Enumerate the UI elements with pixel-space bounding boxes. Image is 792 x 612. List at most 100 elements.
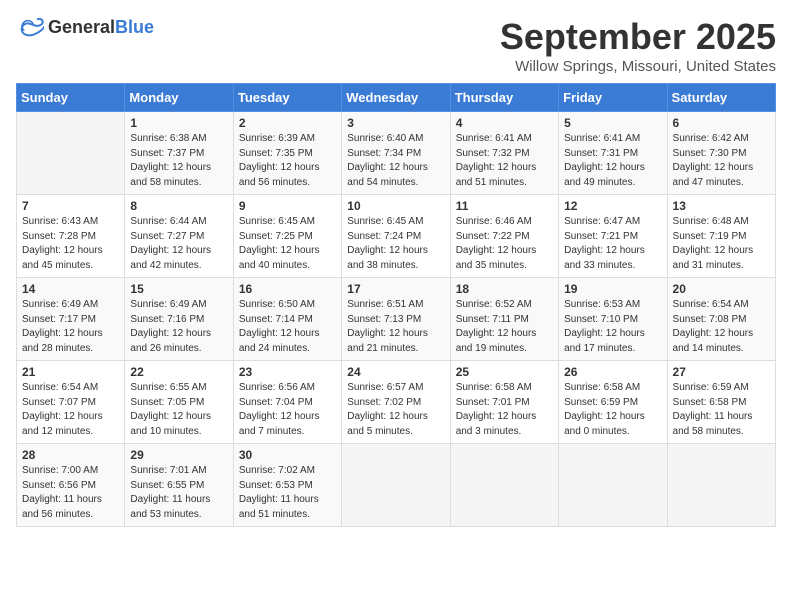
day-info: Sunrise: 6:58 AMSunset: 7:01 PMDaylight:… (456, 381, 553, 439)
day-info: Sunrise: 6:45 AMSunset: 7:24 PMDaylight:… (347, 215, 444, 273)
day-info: Sunrise: 6:39 AMSunset: 7:35 PMDaylight:… (239, 132, 336, 190)
month-title: September 2025 (500, 16, 776, 58)
day-info: Sunrise: 6:40 AMSunset: 7:34 PMDaylight:… (347, 132, 444, 190)
calendar-cell: 30 Sunrise: 7:02 AMSunset: 6:53 PMDayligh… (233, 444, 341, 527)
day-number: 8 (130, 199, 227, 213)
day-info: Sunrise: 6:54 AMSunset: 7:07 PMDaylight:… (22, 381, 119, 439)
day-number: 2 (239, 116, 336, 130)
day-info: Sunrise: 6:43 AMSunset: 7:28 PMDaylight:… (22, 215, 119, 273)
day-number: 3 (347, 116, 444, 130)
calendar-table: SundayMondayTuesdayWednesdayThursdayFrid… (16, 83, 776, 527)
calendar-header-row: SundayMondayTuesdayWednesdayThursdayFrid… (17, 84, 776, 112)
calendar-cell: 24 Sunrise: 6:57 AMSunset: 7:02 PMDayligh… (342, 361, 450, 444)
day-number: 27 (673, 365, 770, 379)
calendar-cell: 4Sunrise: 6:41 AMSunset: 7:32 PMDaylight… (450, 112, 558, 195)
day-number: 25 (456, 365, 553, 379)
calendar-cell (667, 444, 775, 527)
calendar-cell (342, 444, 450, 527)
calendar-cell: 10 Sunrise: 6:45 AMSunset: 7:24 PMDayligh… (342, 195, 450, 278)
day-number: 29 (130, 448, 227, 462)
logo-general: General (48, 17, 115, 37)
day-number: 16 (239, 282, 336, 296)
day-info: Sunrise: 6:55 AMSunset: 7:05 PMDaylight:… (130, 381, 227, 439)
weekday-header-thursday: Thursday (450, 84, 558, 112)
weekday-header-monday: Monday (125, 84, 233, 112)
day-info: Sunrise: 6:44 AMSunset: 7:27 PMDaylight:… (130, 215, 227, 273)
calendar-cell: 29 Sunrise: 7:01 AMSunset: 6:55 PMDayligh… (125, 444, 233, 527)
day-info: Sunrise: 7:00 AMSunset: 6:56 PMDaylight:… (22, 464, 119, 522)
calendar-cell: 12Sunrise: 6:47 AMSunset: 7:21 PMDayligh… (559, 195, 667, 278)
day-info: Sunrise: 6:48 AMSunset: 7:19 PMDaylight:… (673, 215, 770, 273)
calendar-cell (450, 444, 558, 527)
calendar-cell: 15Sunrise: 6:49 AMSunset: 7:16 PMDayligh… (125, 278, 233, 361)
day-number: 10 (347, 199, 444, 213)
day-info: Sunrise: 6:45 AMSunset: 7:25 PMDaylight:… (239, 215, 336, 273)
calendar-cell: 3 Sunrise: 6:40 AMSunset: 7:34 PMDaylight… (342, 112, 450, 195)
day-info: Sunrise: 6:59 AMSunset: 6:58 PMDaylight:… (673, 381, 770, 439)
day-number: 17 (347, 282, 444, 296)
day-info: Sunrise: 6:41 AMSunset: 7:32 PMDaylight:… (456, 132, 553, 190)
calendar-cell: 16 Sunrise: 6:50 AMSunset: 7:14 PMDayligh… (233, 278, 341, 361)
calendar-cell: 26 Sunrise: 6:58 AMSunset: 6:59 PMDayligh… (559, 361, 667, 444)
calendar-cell: 18Sunrise: 6:52 AMSunset: 7:11 PMDayligh… (450, 278, 558, 361)
day-number: 11 (456, 199, 553, 213)
calendar-cell: 19Sunrise: 6:53 AMSunset: 7:10 PMDayligh… (559, 278, 667, 361)
day-number: 24 (347, 365, 444, 379)
logo: GeneralBlue (16, 16, 154, 38)
day-info: Sunrise: 6:42 AMSunset: 7:30 PMDaylight:… (673, 132, 770, 190)
calendar-cell: 28 Sunrise: 7:00 AMSunset: 6:56 PMDayligh… (17, 444, 125, 527)
calendar-cell: 17 Sunrise: 6:51 AMSunset: 7:13 PMDayligh… (342, 278, 450, 361)
calendar-cell: 1Sunrise: 6:38 AMSunset: 7:37 PMDaylight… (125, 112, 233, 195)
day-info: Sunrise: 6:52 AMSunset: 7:11 PMDaylight:… (456, 298, 553, 356)
calendar-week-2: 7 Sunrise: 6:43 AMSunset: 7:28 PMDaylight… (17, 195, 776, 278)
day-number: 30 (239, 448, 336, 462)
calendar-cell: 23 Sunrise: 6:56 AMSunset: 7:04 PMDayligh… (233, 361, 341, 444)
day-number: 6 (673, 116, 770, 130)
day-number: 7 (22, 199, 119, 213)
day-info: Sunrise: 6:54 AMSunset: 7:08 PMDaylight:… (673, 298, 770, 356)
day-number: 9 (239, 199, 336, 213)
calendar-cell (17, 112, 125, 195)
day-number: 20 (673, 282, 770, 296)
day-number: 21 (22, 365, 119, 379)
day-number: 26 (564, 365, 661, 379)
day-info: Sunrise: 6:57 AMSunset: 7:02 PMDaylight:… (347, 381, 444, 439)
day-number: 14 (22, 282, 119, 296)
calendar-cell: 11 Sunrise: 6:46 AMSunset: 7:22 PMDayligh… (450, 195, 558, 278)
calendar-cell: 22 Sunrise: 6:55 AMSunset: 7:05 PMDayligh… (125, 361, 233, 444)
location-title: Willow Springs, Missouri, United States (500, 58, 776, 75)
calendar-cell: 13Sunrise: 6:48 AMSunset: 7:19 PMDayligh… (667, 195, 775, 278)
day-number: 1 (130, 116, 227, 130)
day-number: 5 (564, 116, 661, 130)
weekday-header-friday: Friday (559, 84, 667, 112)
day-info: Sunrise: 6:58 AMSunset: 6:59 PMDaylight:… (564, 381, 661, 439)
calendar-cell: 8 Sunrise: 6:44 AMSunset: 7:27 PMDaylight… (125, 195, 233, 278)
calendar-week-1: 1Sunrise: 6:38 AMSunset: 7:37 PMDaylight… (17, 112, 776, 195)
calendar-cell: 20 Sunrise: 6:54 AMSunset: 7:08 PMDayligh… (667, 278, 775, 361)
day-info: Sunrise: 6:47 AMSunset: 7:21 PMDaylight:… (564, 215, 661, 273)
day-info: Sunrise: 6:50 AMSunset: 7:14 PMDaylight:… (239, 298, 336, 356)
day-number: 28 (22, 448, 119, 462)
day-info: Sunrise: 6:51 AMSunset: 7:13 PMDaylight:… (347, 298, 444, 356)
calendar-cell: 21 Sunrise: 6:54 AMSunset: 7:07 PMDayligh… (17, 361, 125, 444)
day-info: Sunrise: 7:01 AMSunset: 6:55 PMDaylight:… (130, 464, 227, 522)
calendar-cell (559, 444, 667, 527)
day-number: 23 (239, 365, 336, 379)
calendar-cell: 25 Sunrise: 6:58 AMSunset: 7:01 PMDayligh… (450, 361, 558, 444)
day-info: Sunrise: 6:46 AMSunset: 7:22 PMDaylight:… (456, 215, 553, 273)
day-info: Sunrise: 7:02 AMSunset: 6:53 PMDaylight:… (239, 464, 336, 522)
logo-bird-icon (16, 16, 44, 38)
day-number: 22 (130, 365, 227, 379)
day-info: Sunrise: 6:56 AMSunset: 7:04 PMDaylight:… (239, 381, 336, 439)
page-header: GeneralBlue September 2025 Willow Spring… (16, 16, 776, 75)
calendar-cell: 5Sunrise: 6:41 AMSunset: 7:31 PMDaylight… (559, 112, 667, 195)
calendar-cell: 14Sunrise: 6:49 AMSunset: 7:17 PMDayligh… (17, 278, 125, 361)
title-block: September 2025 Willow Springs, Missouri,… (500, 16, 776, 75)
weekday-header-tuesday: Tuesday (233, 84, 341, 112)
day-number: 15 (130, 282, 227, 296)
weekday-header-sunday: Sunday (17, 84, 125, 112)
logo-text: GeneralBlue (48, 17, 154, 38)
calendar-week-4: 21 Sunrise: 6:54 AMSunset: 7:07 PMDayligh… (17, 361, 776, 444)
weekday-header-saturday: Saturday (667, 84, 775, 112)
day-number: 19 (564, 282, 661, 296)
